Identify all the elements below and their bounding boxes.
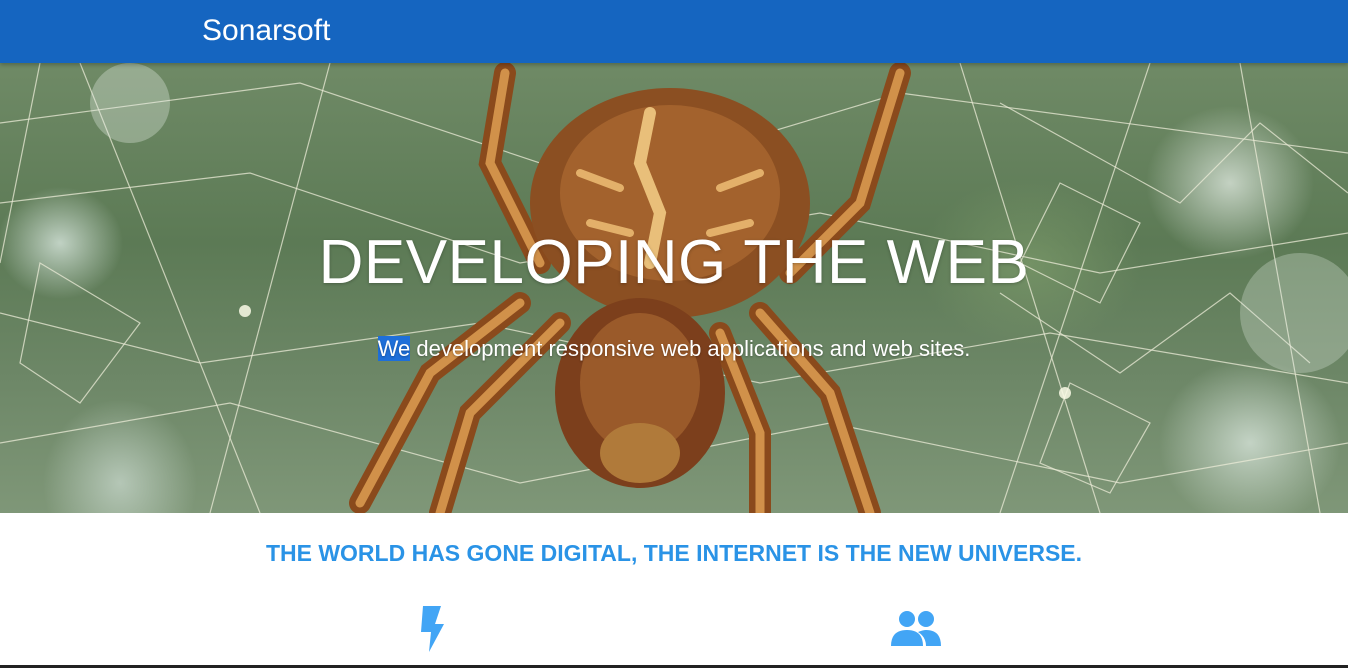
hero-banner: DEVELOPING THE WEB We development respon… <box>0 63 1348 513</box>
hero-subtitle-rest: development responsive web applications … <box>410 336 971 361</box>
top-app-bar: Sonarsoft <box>0 0 1348 63</box>
people-group-icon <box>890 610 942 653</box>
brand-logo-link[interactable]: Sonarsoft <box>202 12 330 50</box>
hero-subtitle-selected-word: We <box>377 336 411 361</box>
section-tagline: THE WORLD HAS GONE DIGITAL, THE INTERNET… <box>265 540 1083 566</box>
hero-title: DEVELOPING THE WEB <box>318 228 1030 297</box>
lightning-bolt-icon <box>419 604 445 659</box>
hero-subtitle: We development responsive web applicatio… <box>0 333 1348 365</box>
